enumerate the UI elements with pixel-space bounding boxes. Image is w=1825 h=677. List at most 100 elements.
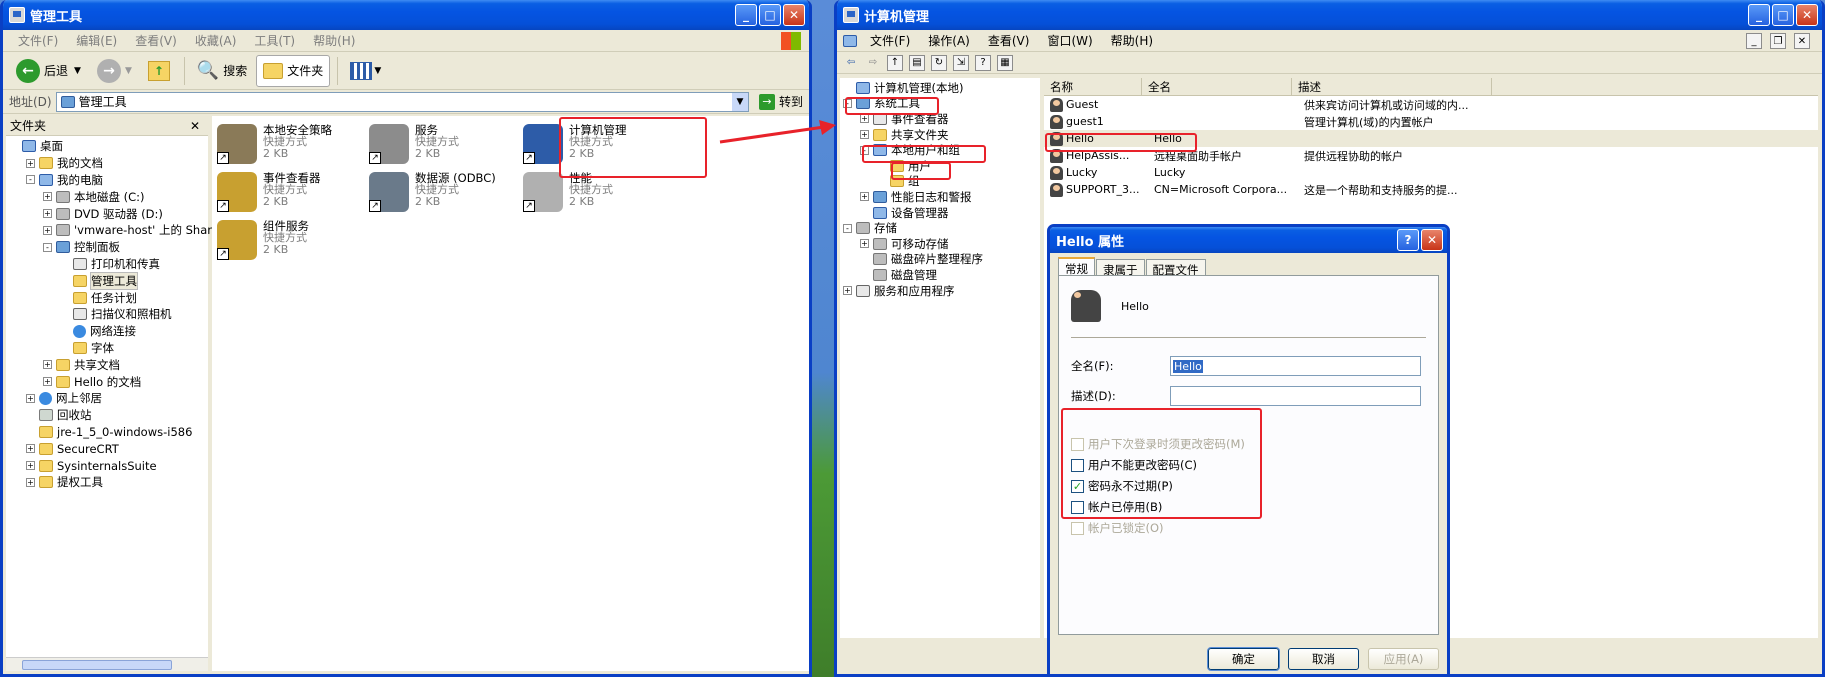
tree-item[interactable]: 网络连接 xyxy=(9,323,208,340)
forward-button[interactable]: → ▼ xyxy=(90,55,139,87)
search-button[interactable]: 🔍 搜索 xyxy=(190,55,254,87)
close-button[interactable]: ✕ xyxy=(783,4,805,26)
folders-button[interactable]: 文件夹 xyxy=(256,54,331,87)
go-button[interactable]: → 转到 xyxy=(753,93,809,110)
expand-icon[interactable]: + xyxy=(43,225,52,235)
menu-action[interactable]: 操作(A) xyxy=(919,32,979,49)
tree-item[interactable]: 管理工具 xyxy=(9,271,208,290)
expand-icon[interactable]: + xyxy=(26,444,35,454)
refresh-icon[interactable]: ↻ xyxy=(931,54,947,71)
tree-item[interactable]: 桌面 xyxy=(9,138,208,155)
menu-help[interactable]: 帮助(H) xyxy=(304,32,364,49)
tree-item[interactable]: + 共享文件夹 xyxy=(843,127,1040,143)
tree-item[interactable]: + 本地磁盘 (C:) xyxy=(9,188,208,205)
child-close-icon[interactable]: ✕ xyxy=(1794,33,1810,49)
tree-item[interactable]: 回收站 xyxy=(9,407,208,424)
expand-icon[interactable]: + xyxy=(26,477,35,487)
menu-view[interactable]: 查看(V) xyxy=(126,32,186,49)
tree-item[interactable]: - 存储 xyxy=(843,220,1040,236)
explorer-titlebar[interactable]: 管理工具 _ □ ✕ xyxy=(3,0,809,30)
ok-button[interactable]: 确定 xyxy=(1207,647,1280,671)
views-button[interactable]: ▼ xyxy=(343,55,388,87)
tree-item[interactable]: - 我的电脑 xyxy=(9,172,208,189)
tree-item[interactable]: 字体 xyxy=(9,340,208,357)
up-folder-icon[interactable]: ↑ xyxy=(887,54,903,71)
tree-item[interactable]: 计算机管理(本地) xyxy=(843,80,1040,96)
mmc-titlebar[interactable]: 计算机管理 _ □ ✕ xyxy=(837,0,1822,30)
minimize-button[interactable]: _ xyxy=(1748,4,1770,26)
menu-help[interactable]: 帮助(H) xyxy=(1102,32,1162,49)
tree-item[interactable]: 任务计划 xyxy=(9,289,208,306)
forward-arrow-icon[interactable]: ⇨ xyxy=(865,55,881,71)
tree-item[interactable]: + 可移动存储 xyxy=(843,236,1040,252)
scrollbar-thumb[interactable] xyxy=(22,660,172,670)
option-checkbox[interactable]: 帐户已锁定(O) xyxy=(1071,520,1164,536)
shortcut-item[interactable]: ↗ 性能 快捷方式 2 KB xyxy=(523,172,673,212)
user-row[interactable]: guest1 管理计算机(域)的内置帐户 xyxy=(1044,113,1818,130)
tree-item[interactable]: + 服务和应用程序 xyxy=(843,283,1040,299)
menu-edit[interactable]: 编辑(E) xyxy=(67,32,126,49)
tree-item[interactable]: 磁盘碎片整理程序 xyxy=(843,252,1040,268)
child-restore-icon[interactable]: ❐ xyxy=(1770,33,1786,49)
back-arrow-icon[interactable]: ⇦ xyxy=(843,55,859,71)
horizontal-scrollbar[interactable] xyxy=(6,657,208,671)
export-list-icon[interactable]: ⇲ xyxy=(953,54,969,71)
checkbox-box[interactable] xyxy=(1071,521,1084,535)
tree-item[interactable]: + 提权工具 xyxy=(9,474,208,491)
user-row[interactable]: Lucky Lucky xyxy=(1044,164,1818,181)
tree-item[interactable]: + 网上邻居 xyxy=(9,390,208,407)
properties-icon[interactable]: ▦ xyxy=(997,54,1013,71)
tree-item[interactable]: + SecureCRT xyxy=(9,440,208,457)
tree-item[interactable]: 磁盘管理 xyxy=(843,267,1040,283)
tree-item[interactable]: + 'vmware-host' 上的 Shar xyxy=(9,222,212,239)
cancel-button[interactable]: 取消 xyxy=(1288,648,1359,670)
tree-item[interactable]: 扫描仪和照相机 xyxy=(9,306,208,323)
minimize-button[interactable]: _ xyxy=(735,4,757,26)
address-dropdown-icon[interactable]: ▼ xyxy=(731,92,748,111)
column-fullname[interactable]: 全名 xyxy=(1142,78,1292,95)
shortcut-item[interactable]: ↗ 事件查看器 快捷方式 2 KB xyxy=(217,172,367,212)
expand-icon[interactable]: + xyxy=(26,158,35,168)
menu-file[interactable]: 文件(F) xyxy=(9,32,67,49)
collapse-icon[interactable]: - xyxy=(26,175,35,185)
tree-item[interactable]: jre-1_5_0-windows-i586 xyxy=(9,424,208,441)
shortcut-item[interactable]: ↗ 服务 快捷方式 2 KB xyxy=(369,124,519,164)
expand-icon[interactable]: + xyxy=(843,286,852,296)
user-row[interactable]: Guest 供来宾访问计算机或访问域的内... xyxy=(1044,96,1818,113)
tree-item[interactable]: 打印机和传真 xyxy=(9,256,208,273)
tree-item[interactable]: + 共享文档 xyxy=(9,356,208,373)
expand-icon[interactable]: + xyxy=(26,461,35,471)
close-button[interactable]: ✕ xyxy=(1796,4,1818,26)
shortcut-item[interactable]: ↗ 本地安全策略 快捷方式 2 KB xyxy=(217,124,367,164)
maximize-button[interactable]: □ xyxy=(1772,4,1794,26)
collapse-icon[interactable]: - xyxy=(843,223,852,233)
tree-item[interactable]: + DVD 驱动器 (D:) xyxy=(9,205,208,222)
menu-view[interactable]: 查看(V) xyxy=(979,32,1039,49)
expand-icon[interactable]: + xyxy=(860,192,869,202)
address-input[interactable]: 管理工具 ▼ xyxy=(55,91,749,112)
close-pane-icon[interactable]: ✕ xyxy=(190,119,200,133)
back-button[interactable]: ← 后退 ▼ xyxy=(9,55,88,87)
tree-item[interactable]: + 性能日志和警报 xyxy=(843,189,1040,205)
column-description[interactable]: 描述 xyxy=(1292,78,1492,95)
expand-icon[interactable]: + xyxy=(43,360,52,370)
expand-icon[interactable]: + xyxy=(860,239,869,249)
expand-icon[interactable]: + xyxy=(43,377,52,387)
menu-window[interactable]: 窗口(W) xyxy=(1038,32,1101,49)
expand-icon[interactable]: + xyxy=(26,393,35,403)
collapse-icon[interactable]: - xyxy=(43,242,52,252)
fullname-field[interactable]: Hello xyxy=(1170,356,1421,376)
column-name[interactable]: 名称 xyxy=(1044,78,1142,95)
tree-item[interactable]: + Hello 的文档 xyxy=(9,373,208,390)
dialog-titlebar[interactable]: Hello 属性 ? ✕ xyxy=(1050,227,1447,253)
menu-favorites[interactable]: 收藏(A) xyxy=(186,32,246,49)
tree-item[interactable]: + SysinternalsSuite xyxy=(9,457,208,474)
shortcut-item[interactable]: ↗ 数据源 (ODBC) 快捷方式 2 KB xyxy=(369,172,519,212)
help-icon[interactable]: ? xyxy=(975,54,991,71)
expand-icon[interactable]: + xyxy=(860,130,869,140)
show-tree-icon[interactable]: ▤ xyxy=(909,54,925,71)
close-button[interactable]: ✕ xyxy=(1421,229,1443,251)
child-minimize-icon[interactable]: _ xyxy=(1746,33,1762,49)
user-row[interactable]: SUPPORT_3... CN=Microsoft Corpora... 这是一个帮… xyxy=(1044,181,1818,198)
help-button[interactable]: ? xyxy=(1397,229,1419,251)
